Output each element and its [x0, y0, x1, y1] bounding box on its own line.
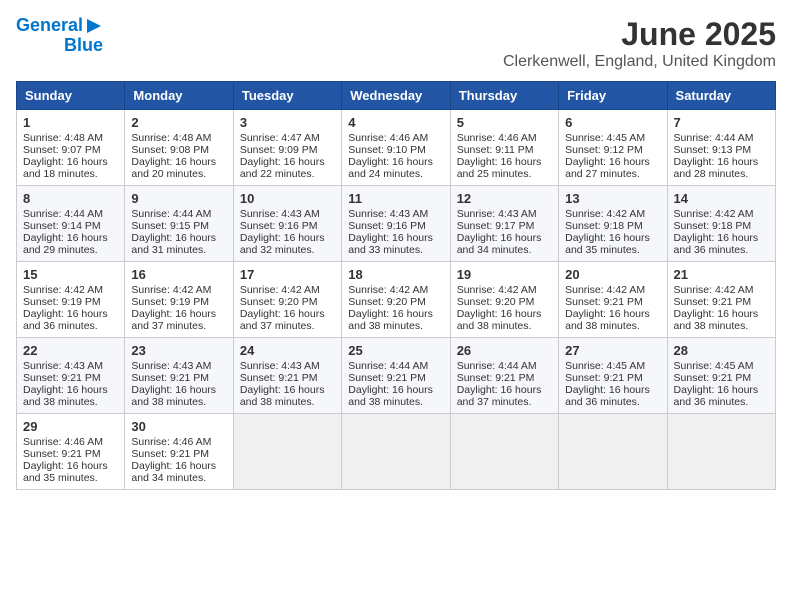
- table-row: 11Sunrise: 4:43 AMSunset: 9:16 PMDayligh…: [342, 186, 450, 262]
- logo-arrow-icon: [85, 17, 103, 35]
- table-row: 14Sunrise: 4:42 AMSunset: 9:18 PMDayligh…: [667, 186, 775, 262]
- table-row: 25Sunrise: 4:44 AMSunset: 9:21 PMDayligh…: [342, 338, 450, 414]
- calendar-title: June 2025: [503, 16, 776, 53]
- table-row: 16Sunrise: 4:42 AMSunset: 9:19 PMDayligh…: [125, 262, 233, 338]
- logo-text-general: General: [16, 16, 83, 36]
- table-row: 24Sunrise: 4:43 AMSunset: 9:21 PMDayligh…: [233, 338, 341, 414]
- table-row: [450, 414, 558, 490]
- table-row: 22Sunrise: 4:43 AMSunset: 9:21 PMDayligh…: [17, 338, 125, 414]
- col-monday: Monday: [125, 82, 233, 110]
- table-row: 17Sunrise: 4:42 AMSunset: 9:20 PMDayligh…: [233, 262, 341, 338]
- table-row: 9Sunrise: 4:44 AMSunset: 9:15 PMDaylight…: [125, 186, 233, 262]
- table-row: 29Sunrise: 4:46 AMSunset: 9:21 PMDayligh…: [17, 414, 125, 490]
- table-row: 23Sunrise: 4:43 AMSunset: 9:21 PMDayligh…: [125, 338, 233, 414]
- table-row: 18Sunrise: 4:42 AMSunset: 9:20 PMDayligh…: [342, 262, 450, 338]
- page-header: General Blue June 2025 Clerkenwell, Engl…: [16, 16, 776, 71]
- table-row: 7Sunrise: 4:44 AMSunset: 9:13 PMDaylight…: [667, 110, 775, 186]
- table-row: 5Sunrise: 4:46 AMSunset: 9:11 PMDaylight…: [450, 110, 558, 186]
- table-row: 19Sunrise: 4:42 AMSunset: 9:20 PMDayligh…: [450, 262, 558, 338]
- table-row: 28Sunrise: 4:45 AMSunset: 9:21 PMDayligh…: [667, 338, 775, 414]
- col-wednesday: Wednesday: [342, 82, 450, 110]
- col-tuesday: Tuesday: [233, 82, 341, 110]
- table-row: 15Sunrise: 4:42 AMSunset: 9:19 PMDayligh…: [17, 262, 125, 338]
- table-row: [559, 414, 667, 490]
- col-thursday: Thursday: [450, 82, 558, 110]
- col-saturday: Saturday: [667, 82, 775, 110]
- title-block: June 2025 Clerkenwell, England, United K…: [503, 16, 776, 71]
- table-row: 20Sunrise: 4:42 AMSunset: 9:21 PMDayligh…: [559, 262, 667, 338]
- col-sunday: Sunday: [17, 82, 125, 110]
- table-row: 21Sunrise: 4:42 AMSunset: 9:21 PMDayligh…: [667, 262, 775, 338]
- table-row: 1Sunrise: 4:48 AMSunset: 9:07 PMDaylight…: [17, 110, 125, 186]
- table-row: 3Sunrise: 4:47 AMSunset: 9:09 PMDaylight…: [233, 110, 341, 186]
- table-row: 2Sunrise: 4:48 AMSunset: 9:08 PMDaylight…: [125, 110, 233, 186]
- table-row: [342, 414, 450, 490]
- logo: General Blue: [16, 16, 103, 56]
- calendar-header-row: Sunday Monday Tuesday Wednesday Thursday…: [17, 82, 776, 110]
- table-row: 6Sunrise: 4:45 AMSunset: 9:12 PMDaylight…: [559, 110, 667, 186]
- calendar-subtitle: Clerkenwell, England, United Kingdom: [503, 53, 776, 71]
- table-row: 10Sunrise: 4:43 AMSunset: 9:16 PMDayligh…: [233, 186, 341, 262]
- table-row: 4Sunrise: 4:46 AMSunset: 9:10 PMDaylight…: [342, 110, 450, 186]
- table-row: 27Sunrise: 4:45 AMSunset: 9:21 PMDayligh…: [559, 338, 667, 414]
- table-row: 8Sunrise: 4:44 AMSunset: 9:14 PMDaylight…: [17, 186, 125, 262]
- col-friday: Friday: [559, 82, 667, 110]
- logo-text-blue: Blue: [64, 36, 103, 56]
- calendar-table: Sunday Monday Tuesday Wednesday Thursday…: [16, 81, 776, 490]
- table-row: [233, 414, 341, 490]
- table-row: [667, 414, 775, 490]
- table-row: 12Sunrise: 4:43 AMSunset: 9:17 PMDayligh…: [450, 186, 558, 262]
- table-row: 13Sunrise: 4:42 AMSunset: 9:18 PMDayligh…: [559, 186, 667, 262]
- table-row: 30Sunrise: 4:46 AMSunset: 9:21 PMDayligh…: [125, 414, 233, 490]
- table-row: 26Sunrise: 4:44 AMSunset: 9:21 PMDayligh…: [450, 338, 558, 414]
